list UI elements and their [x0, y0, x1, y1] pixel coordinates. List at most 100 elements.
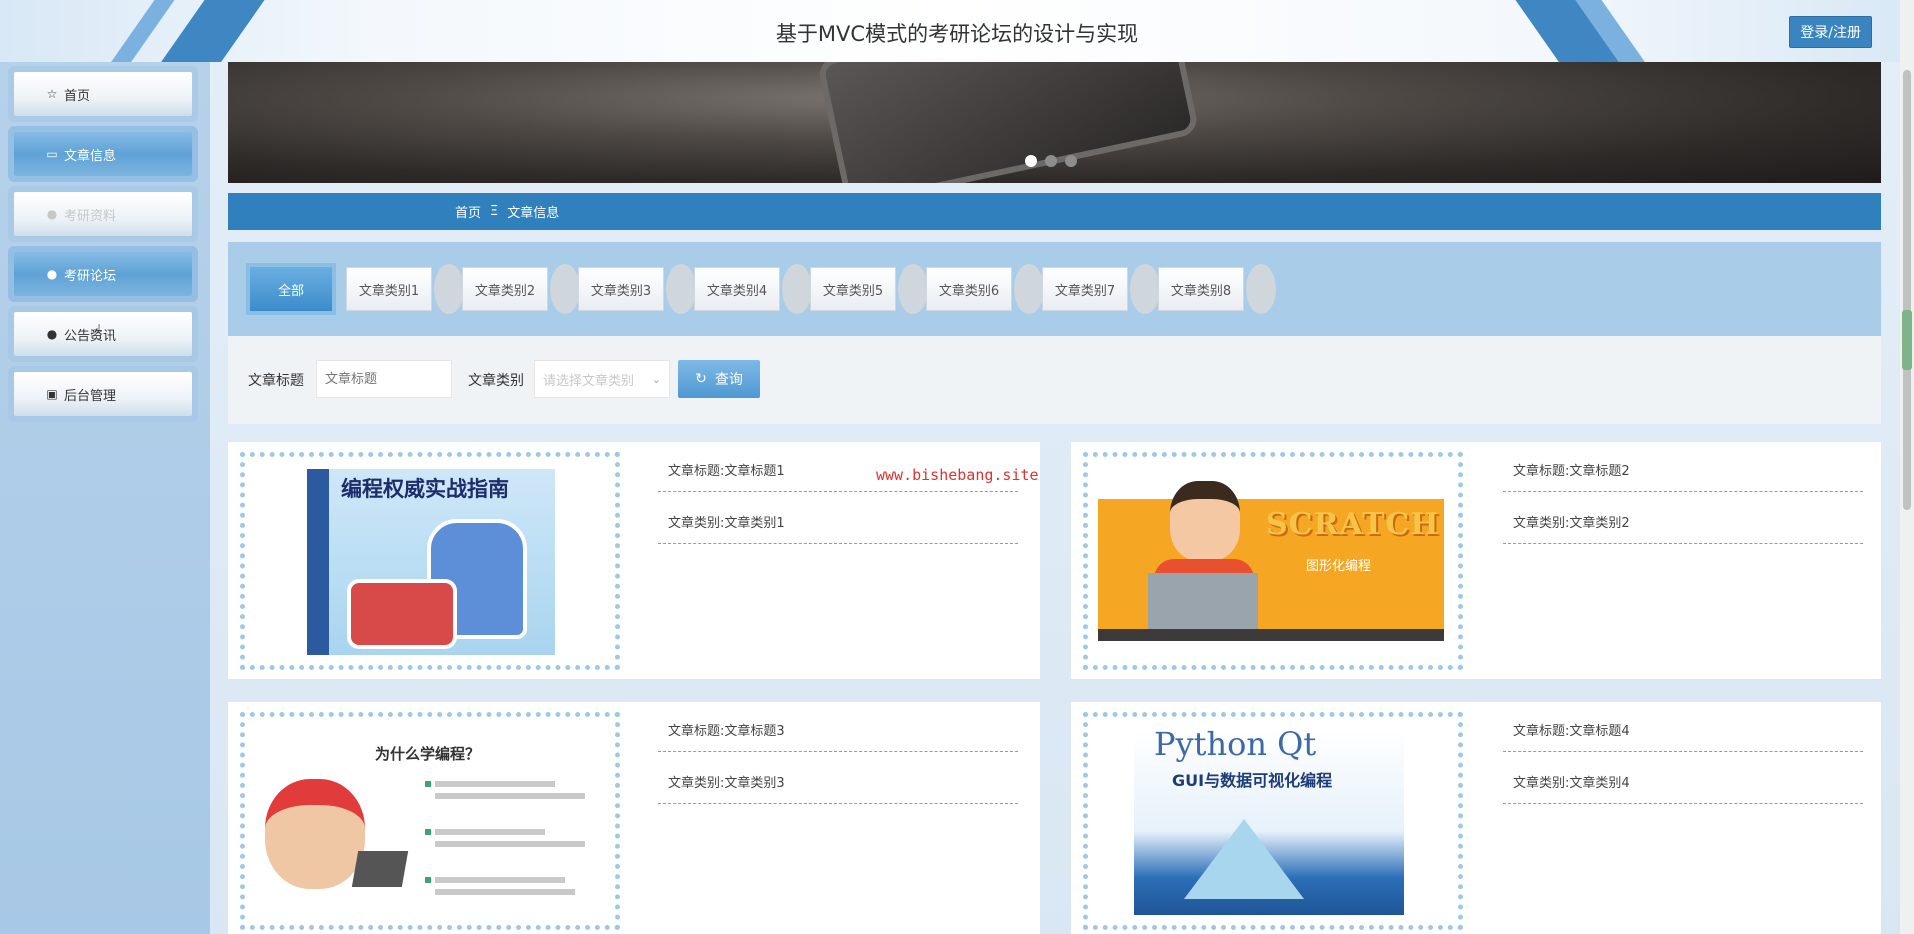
cover-text: SCRATCH [1266, 507, 1440, 542]
category-separator [1014, 264, 1044, 314]
banner-image [816, 62, 1200, 183]
scrollbar-thumb[interactable] [1903, 70, 1911, 510]
breadcrumb-home[interactable]: 首页 [455, 202, 481, 221]
star-icon: ☆ [46, 87, 58, 101]
briefcase-icon: ▣ [46, 387, 58, 401]
cover-text: 为什么学编程？ [375, 745, 481, 763]
category-separator [550, 264, 580, 314]
sidebar-item-notices[interactable]: ● 公告资讯 [14, 312, 192, 356]
article-thumbnail[interactable]: SCRATCH 图形化编程 [1098, 469, 1444, 655]
article-thumbnail-frame: 为什么学编程？ [240, 712, 620, 930]
category-button-4[interactable]: 文章类别4 [694, 267, 780, 311]
iceberg-illustration [1184, 819, 1304, 899]
title-search-label: 文章标题 [248, 373, 304, 389]
cover-text: Python Qt [1154, 729, 1317, 763]
shield-icon: ● [46, 207, 58, 221]
breadcrumb-separator: Ξ [490, 204, 499, 219]
type-select[interactable]: 请选择文章类别 ⌄ [534, 360, 670, 398]
refresh-icon: ↻ [695, 371, 707, 387]
article-title[interactable]: 文章标题:文章标题2 [1503, 452, 1863, 492]
sidebar-item-articles[interactable]: ▭ 文章信息 [14, 132, 192, 176]
article-thumbnail[interactable]: Python Qt GUI与数据可视化编程 [1134, 729, 1404, 915]
laptop-illustration [1148, 573, 1258, 633]
cover-text: 编程权威实战指南 [341, 477, 509, 501]
article-thumbnail[interactable]: 编程权威实战指南 [307, 469, 555, 655]
sidebar-item-admin[interactable]: ▣ 后台管理 [14, 372, 192, 416]
category-separator [782, 264, 812, 314]
login-register-button[interactable]: 登录/注册 [1789, 16, 1872, 48]
sidebar-item-materials[interactable]: ● 考研资料 [14, 192, 192, 236]
article-card[interactable]: 为什么学编程？ 文章标题:文章标题3 文章类别:文章类别3 [228, 702, 1040, 934]
character-illustration [1170, 481, 1240, 561]
category-button-6[interactable]: 文章类别6 [926, 267, 1012, 311]
category-button-2[interactable]: 文章类别2 [462, 267, 548, 311]
scrollbar-marker [1902, 310, 1912, 370]
bullet-icon [425, 877, 431, 883]
cover-subtext: 图形化编程 [1306, 559, 1372, 574]
article-title[interactable]: 文章标题:文章标题3 [658, 712, 1018, 752]
carousel-dots [1025, 155, 1077, 167]
carousel-banner[interactable] [228, 62, 1881, 183]
laptop-illustration [351, 851, 409, 887]
article-category: 文章类别:文章类别2 [1503, 504, 1863, 544]
hand-cursor-icon: ☝ [90, 320, 103, 344]
sidebar-item-forum[interactable]: ● 考研论坛 [14, 252, 192, 296]
article-thumbnail-frame: SCRATCH 图形化编程 [1083, 452, 1463, 670]
type-search-label: 文章类别 [468, 373, 524, 389]
cover-subtext: GUI与数据可视化编程 [1172, 771, 1333, 790]
book-spine [307, 469, 329, 655]
desk-illustration [1098, 629, 1444, 641]
help-circle-icon: ● [46, 267, 58, 281]
type-select-placeholder: 请选择文章类别 [543, 373, 635, 389]
breadcrumb-current: 文章信息 [507, 206, 560, 221]
title-search-input[interactable] [316, 360, 452, 398]
text-placeholder [435, 889, 575, 895]
article-thumbnail-frame: 编程权威实战指南 [240, 452, 620, 670]
article-thumbnail[interactable]: 为什么学编程？ [255, 729, 601, 915]
article-thumbnail-frame: Python Qt GUI与数据可视化编程 [1083, 712, 1463, 930]
article-card[interactable]: Python Qt GUI与数据可视化编程 文章标题:文章标题4 文章类别:文章… [1071, 702, 1881, 934]
sidebar-item-label: 首页 [64, 88, 91, 104]
carousel-dot[interactable] [1025, 155, 1037, 167]
header-bar: 基于MVC模式的考研论坛的设计与实现 登录/注册 [0, 0, 1914, 62]
sidebar-item-label: 考研资料 [64, 208, 117, 224]
category-separator [666, 264, 696, 314]
page-scrollbar[interactable] [1900, 0, 1914, 934]
category-button-1[interactable]: 文章类别1 [346, 267, 432, 311]
robot-illustration [347, 579, 457, 649]
search-form: 文章标题 文章类别 请选择文章类别 ⌄ ↻ 查询 [228, 336, 1881, 424]
text-placeholder [435, 829, 545, 835]
bullet-icon [425, 781, 431, 787]
search-button[interactable]: ↻ 查询 [678, 360, 760, 398]
category-separator [898, 264, 928, 314]
article-title[interactable]: 文章标题:文章标题4 [1503, 712, 1863, 752]
page-root: 基于MVC模式的考研论坛的设计与实现 登录/注册 ☆ 首页 ▭ 文章信息 ● 考… [0, 0, 1914, 934]
category-button-7[interactable]: 文章类别7 [1042, 267, 1128, 311]
category-button-8[interactable]: 文章类别8 [1158, 267, 1244, 311]
category-separator [434, 264, 464, 314]
category-button-5[interactable]: 文章类别5 [810, 267, 896, 311]
search-button-label: 查询 [714, 372, 743, 388]
category-all-button[interactable]: 全部 [250, 267, 332, 311]
text-placeholder [435, 793, 585, 799]
info-icon: ● [46, 327, 58, 341]
article-category: 文章类别:文章类别1 [658, 504, 1018, 544]
category-button-3[interactable]: 文章类别3 [578, 267, 664, 311]
article-category: 文章类别:文章类别4 [1503, 764, 1863, 804]
text-placeholder [435, 841, 585, 847]
sidebar: ☆ 首页 ▭ 文章信息 ● 考研资料 ● 考研论坛 ● 公告资讯 ▣ 后台管理 … [0, 62, 210, 934]
carousel-dot[interactable] [1065, 155, 1077, 167]
sidebar-item-home[interactable]: ☆ 首页 [14, 72, 192, 116]
bullet-icon [425, 829, 431, 835]
sidebar-item-label: 考研论坛 [64, 268, 117, 284]
folder-icon: ▭ [46, 147, 58, 161]
girl-illustration [265, 779, 365, 889]
sidebar-item-label: 文章信息 [64, 148, 117, 164]
article-card[interactable]: SCRATCH 图形化编程 文章标题:文章标题2 文章类别:文章类别2 [1071, 442, 1881, 679]
carousel-dot[interactable] [1045, 155, 1057, 167]
site-title: 基于MVC模式的考研论坛的设计与实现 [775, 22, 1139, 46]
sidebar-item-label: 后台管理 [64, 388, 117, 404]
text-placeholder [435, 877, 565, 883]
breadcrumb: 首页 Ξ 文章信息 [228, 193, 1881, 230]
category-separator [1130, 264, 1160, 314]
